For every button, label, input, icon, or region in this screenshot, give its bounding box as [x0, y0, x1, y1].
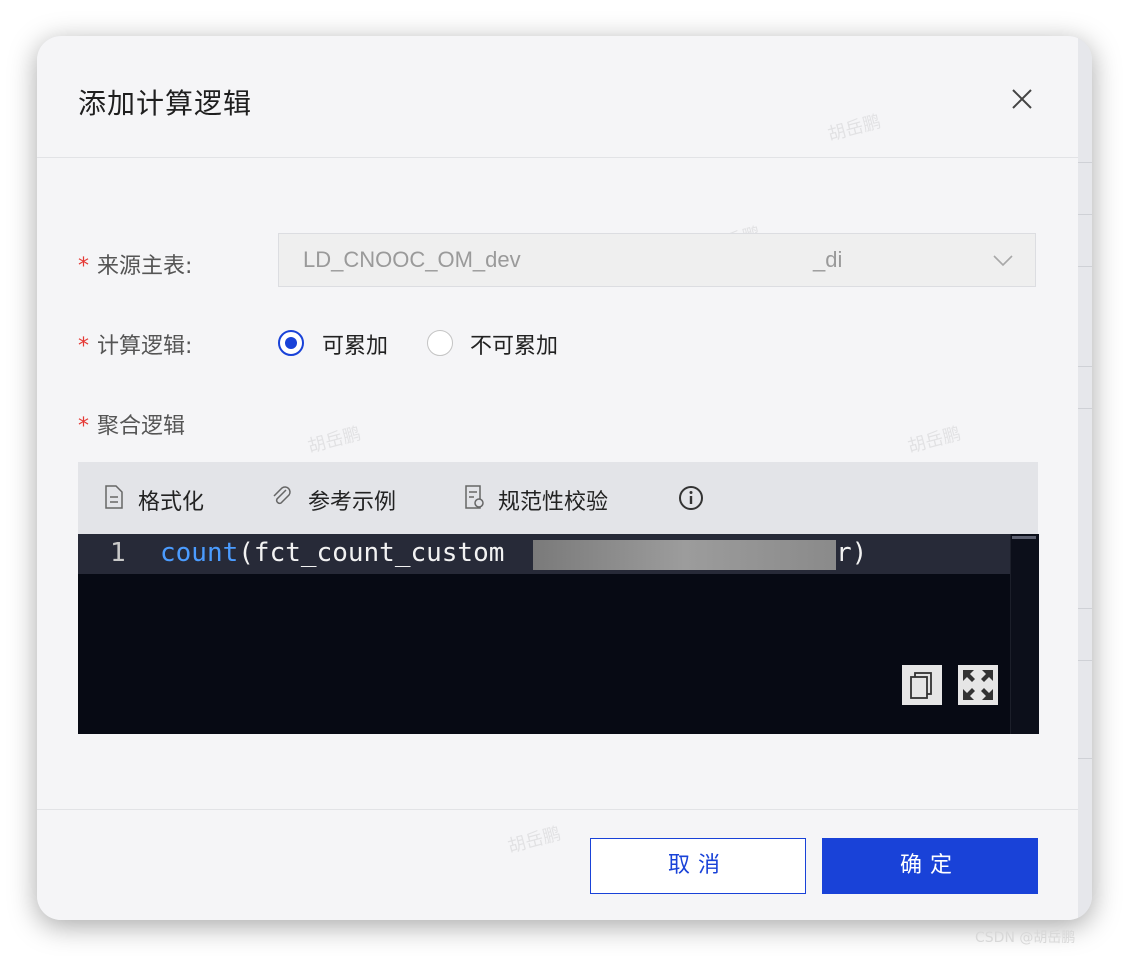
- example-label: 参考示例: [308, 490, 397, 515]
- watermark: 胡岳鹏: [505, 823, 564, 858]
- code-text: (fct_count_custom: [238, 538, 505, 568]
- scrollbar-thumb[interactable]: [1012, 536, 1036, 539]
- cancel-button[interactable]: 取消: [590, 838, 806, 894]
- info-icon[interactable]: [678, 485, 704, 511]
- radio-non-additive-label[interactable]: 不可累加: [470, 328, 558, 360]
- required-mark: *: [78, 334, 89, 359]
- app-window: 胡岳鹏 胡岳鹏 胡岳鹏 胡岳鹏 胡岳鹏 添加计算逻辑 *来源主表: LD_CNO…: [37, 36, 1092, 920]
- close-icon[interactable]: [1007, 84, 1037, 114]
- paperclip-icon: [273, 486, 291, 505]
- watermark: 胡岳鹏: [825, 111, 884, 146]
- footer-divider: [37, 809, 1078, 810]
- code-tail: r): [836, 538, 868, 568]
- validate-button[interactable]: 规范性校验: [464, 484, 634, 515]
- source-table-value: LD_CNOOC_OM_dev: [303, 247, 521, 272]
- dialog-title: 添加计算逻辑: [78, 87, 253, 120]
- example-button[interactable]: 参考示例: [270, 484, 410, 515]
- calc-logic-label: * 计算逻辑:: [78, 334, 193, 359]
- code-keyword: count: [160, 538, 239, 568]
- agg-logic-label: * 聚合逻辑: [78, 414, 186, 439]
- background-table-edge: [1078, 36, 1092, 920]
- copy-icon: [910, 672, 932, 699]
- watermark: 胡岳鹏: [305, 423, 364, 458]
- required-mark: *: [78, 254, 89, 279]
- copy-button[interactable]: [902, 665, 942, 705]
- radio-additive-label[interactable]: 可累加: [322, 328, 388, 360]
- code-editor[interactable]: 1 count(fct_count_custom r): [78, 534, 1039, 734]
- credit-watermark: CSDN @胡岳鹏: [975, 930, 1076, 946]
- redacted-region: [533, 540, 836, 570]
- source-table-select[interactable]: LD_CNOOC_OM_dev _di: [278, 233, 1036, 287]
- required-mark: *: [78, 414, 89, 439]
- add-calc-logic-dialog: 胡岳鹏 胡岳鹏 胡岳鹏 胡岳鹏 胡岳鹏 添加计算逻辑 *来源主表: LD_CNO…: [37, 36, 1078, 920]
- editor-scrollbar[interactable]: [1010, 534, 1039, 734]
- format-button[interactable]: 格式化: [104, 484, 214, 515]
- document-icon: [105, 485, 123, 509]
- watermark: 胡岳鹏: [905, 423, 964, 458]
- doc-check-icon: [465, 485, 484, 509]
- confirm-button[interactable]: 确定: [822, 838, 1038, 894]
- validate-label: 规范性校验: [498, 490, 609, 515]
- radio-additive[interactable]: [278, 330, 304, 356]
- radio-non-additive[interactable]: [427, 330, 453, 356]
- expand-icon: [963, 670, 993, 700]
- format-label: 格式化: [138, 490, 205, 515]
- fullscreen-button[interactable]: [958, 665, 998, 705]
- line-number: 1: [110, 538, 126, 568]
- code-line[interactable]: count(fct_count_custom: [160, 538, 504, 568]
- source-table-label: * 来源主表:: [78, 254, 193, 279]
- editor-toolbar: 格式化 参考示例 规范性校验: [78, 462, 1038, 534]
- chevron-down-icon: [993, 255, 1013, 267]
- source-table-value-suffix: _di: [813, 247, 843, 272]
- header-divider: [37, 157, 1078, 158]
